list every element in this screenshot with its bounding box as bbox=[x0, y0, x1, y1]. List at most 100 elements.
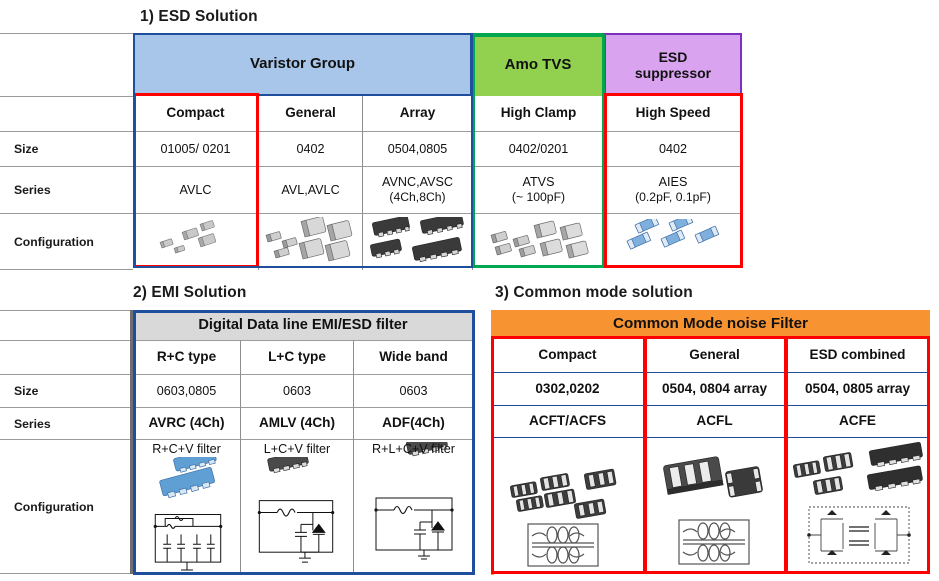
esd-series-compact-l1: AVLC bbox=[179, 182, 212, 197]
emi-series-row: AVRC (4Ch) AMLV (4Ch) ADF(4Ch) bbox=[133, 407, 473, 439]
emi-rowlabel-size: Size bbox=[0, 374, 133, 407]
section-title-cm: 3) Common mode solution bbox=[495, 284, 693, 301]
wideband-filter-diagram-icon bbox=[373, 442, 454, 560]
emi-configuration-row: R+C+V filter L+C+V filter R+L+C+V filter bbox=[133, 439, 473, 574]
esd-series-high-speed: AIES (0.2pF, 0.1pF) bbox=[604, 166, 742, 213]
esd-group-esd-suppressor-line2: suppressor bbox=[634, 64, 712, 81]
emi-table: Digital Data line EMI/ESD filter R+C typ… bbox=[133, 310, 473, 574]
esd-size-general: 0402 bbox=[258, 131, 362, 166]
emi-group-header-row: Digital Data line EMI/ESD filter bbox=[133, 310, 473, 340]
emi-size-rc-type: 0603,0805 bbox=[133, 374, 240, 407]
emi-series-rc-type: AVRC (4Ch) bbox=[133, 407, 240, 439]
cm-group-header-row: Common Mode noise Filter bbox=[491, 310, 930, 338]
cm-group-common-mode-filter: Common Mode noise Filter bbox=[491, 310, 930, 338]
cm-size-esd-combined: 0504, 0805 array bbox=[784, 372, 930, 405]
chip-cluster-tiny-icon bbox=[133, 214, 258, 270]
emi-group-digital-filter: Digital Data line EMI/ESD filter bbox=[133, 310, 473, 340]
cm-col-esd-combined: ESD combined bbox=[784, 338, 930, 372]
section-title-esd: 1) ESD Solution bbox=[140, 8, 258, 25]
emi-config-rc-type: R+C+V filter bbox=[133, 439, 240, 574]
esd-config-high-speed bbox=[604, 213, 742, 270]
cm-config-compact bbox=[491, 437, 644, 573]
esd-series-general: AVL,AVLC bbox=[258, 166, 362, 213]
cm-size-row: 0302,0202 0504, 0804 array 0504, 0805 ar… bbox=[491, 372, 930, 405]
esd-subheader-row: Compact General Array High Clamp High Sp… bbox=[133, 96, 742, 131]
emi-col-lc-type: L+C type bbox=[240, 340, 353, 374]
cm-table: Common Mode noise Filter Compact General… bbox=[491, 310, 930, 573]
cm-subheader-row: Compact General ESD combined bbox=[491, 338, 930, 372]
emi-rowlabel-configuration: Configuration bbox=[0, 439, 133, 574]
esd-table: Varistor Group Amo TVS ESD suppressor Co… bbox=[133, 33, 742, 270]
lc-filter-diagram-icon bbox=[257, 457, 335, 563]
emi-rowlabel-spacer2 bbox=[0, 340, 133, 374]
emi-size-wide-band: 0603 bbox=[353, 374, 473, 407]
esd-series-high-clamp-l1: ATVS bbox=[522, 175, 555, 190]
chip-cluster-small-icon bbox=[259, 214, 362, 270]
cm-size-general: 0504, 0804 array bbox=[644, 372, 784, 405]
esd-rowlabel-configuration: Configuration bbox=[0, 213, 133, 270]
cm-col-general: General bbox=[644, 338, 784, 372]
cm-config-general bbox=[644, 437, 784, 573]
cm-series-esd-combined: ACFE bbox=[784, 405, 930, 437]
esd-size-high-clamp: 0402/0201 bbox=[472, 131, 604, 166]
cm-series-general: ACFL bbox=[644, 405, 784, 437]
cm-series-compact: ACFT/ACFS bbox=[491, 405, 644, 437]
emi-series-wide-band: ADF(4Ch) bbox=[353, 407, 473, 439]
esd-config-high-clamp bbox=[472, 213, 604, 270]
emi-series-lc-type: AMLV (4Ch) bbox=[240, 407, 353, 439]
esd-size-compact: 01005/ 0201 bbox=[133, 131, 258, 166]
cm-compact-artwork-icon bbox=[509, 468, 616, 567]
esd-group-header-row: Varistor Group Amo TVS ESD suppressor bbox=[133, 33, 742, 96]
emi-col-wide-band: Wide band bbox=[353, 340, 473, 374]
emi-subheader-row: R+C type L+C type Wide band bbox=[133, 340, 473, 374]
emi-config-lc-type: L+C+V filter bbox=[240, 439, 353, 574]
cm-series-row: ACFT/ACFS ACFL ACFE bbox=[491, 405, 930, 437]
esd-rowlabel-spacer bbox=[0, 33, 133, 96]
esd-series-array: AVNC,AVSC (4Ch,8Ch) bbox=[362, 166, 472, 213]
cm-general-artwork-icon bbox=[662, 455, 763, 565]
esd-group-esd-suppressor-line1: ESD bbox=[658, 48, 688, 65]
slide-root: 1) ESD Solution 2) EMI Solution 3) Commo… bbox=[0, 0, 939, 581]
emi-size-lc-type: 0603 bbox=[240, 374, 353, 407]
esd-series-high-clamp-l2: (~ 100pF) bbox=[511, 190, 566, 205]
emi-rowlabel-series: Series bbox=[0, 407, 133, 439]
esd-col-high-speed: High Speed bbox=[604, 96, 742, 131]
esd-group-varistor: Varistor Group bbox=[133, 33, 472, 96]
esd-series-array-l1: AVNC,AVSC bbox=[382, 175, 453, 190]
esd-size-high-speed: 0402 bbox=[604, 131, 742, 166]
blue-chip-cluster-icon bbox=[604, 214, 742, 270]
esd-col-general: General bbox=[258, 96, 362, 131]
emi-row-labels: Size Series Configuration bbox=[0, 310, 133, 574]
esd-col-high-clamp: High Clamp bbox=[472, 96, 604, 131]
emi-config-caption-lc: L+C+V filter bbox=[263, 442, 331, 456]
cm-col-compact: Compact bbox=[491, 338, 644, 372]
rc-filter-diagram-icon bbox=[153, 457, 222, 574]
esd-series-general-l1: AVL,AVLC bbox=[281, 182, 340, 197]
esd-series-compact: AVLC bbox=[133, 166, 258, 213]
array-package-black-icon bbox=[363, 214, 472, 270]
esd-row-labels: Size Series Configuration bbox=[0, 33, 133, 270]
emi-config-wide-band: R+L+C+V filter bbox=[353, 439, 473, 574]
section-title-emi: 2) EMI Solution bbox=[133, 284, 247, 301]
esd-configuration-row bbox=[133, 213, 742, 270]
emi-size-row: 0603,0805 0603 0603 bbox=[133, 374, 473, 407]
cm-size-compact: 0302,0202 bbox=[491, 372, 644, 405]
esd-size-row: 01005/ 0201 0402 0504,0805 0402/0201 040… bbox=[133, 131, 742, 166]
esd-col-compact: Compact bbox=[133, 96, 258, 131]
esd-series-array-l2: (4Ch,8Ch) bbox=[389, 190, 446, 205]
esd-config-compact bbox=[133, 213, 258, 270]
esd-series-high-speed-l2: (0.2pF, 0.1pF) bbox=[635, 190, 711, 205]
emi-rowlabel-spacer bbox=[0, 310, 133, 340]
esd-series-high-speed-l1: AIES bbox=[658, 175, 688, 190]
esd-series-high-clamp: ATVS (~ 100pF) bbox=[472, 166, 604, 213]
esd-group-esd-suppressor: ESD suppressor bbox=[604, 33, 742, 96]
chip-cluster-grey-icon bbox=[473, 214, 604, 270]
emi-col-rc-type: R+C type bbox=[133, 340, 240, 374]
emi-config-caption-wb: R+L+C+V filter bbox=[372, 442, 455, 456]
esd-size-array: 0504,0805 bbox=[362, 131, 472, 166]
esd-config-general bbox=[258, 213, 362, 270]
esd-rowlabel-series: Series bbox=[0, 166, 133, 213]
esd-series-row: AVLC AVL,AVLC AVNC,AVSC (4Ch,8Ch) ATVS (… bbox=[133, 166, 742, 213]
esd-group-amo-tvs: Amo TVS bbox=[472, 33, 604, 96]
cm-esd-combined-artwork-icon bbox=[792, 441, 923, 563]
